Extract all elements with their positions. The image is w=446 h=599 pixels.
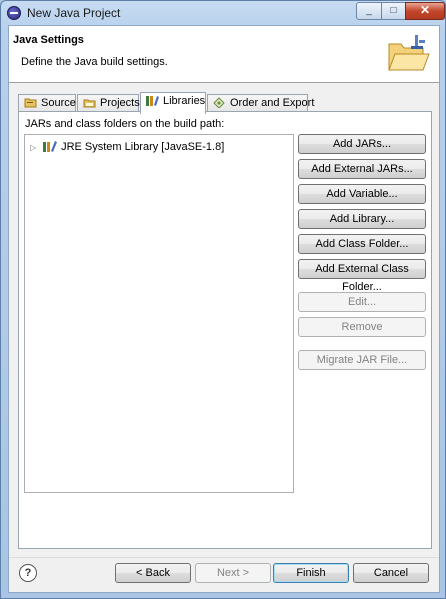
tab-label: Source (41, 97, 76, 109)
tree-item-label: JRE System Library [JavaSE-1.8] (61, 141, 225, 153)
window-title: New Java Project (27, 6, 121, 20)
wizard-banner: Java Settings Define the Java build sett… (9, 26, 439, 83)
libraries-panel: JARs and class folders on the build path… (18, 111, 432, 549)
projects-icon (83, 99, 96, 108)
footer-divider (9, 557, 439, 558)
add-jars-button[interactable]: Add JARs... (298, 134, 426, 154)
expand-arrow-icon[interactable]: ▷ (30, 140, 40, 156)
add-external-jars-button[interactable]: Add External JARs... (298, 159, 426, 179)
add-variable-button[interactable]: Add Variable... (298, 184, 426, 204)
finish-button[interactable]: Finish (273, 563, 349, 583)
build-path-tree[interactable]: ▷ JRE System Library [JavaSE-1.8] (24, 134, 294, 493)
title-bar: New Java Project _ □ ✕ (1, 1, 445, 25)
tab-libraries[interactable]: Libraries (140, 92, 206, 114)
cancel-button[interactable]: Cancel (353, 563, 429, 583)
minimize-button[interactable]: _ (356, 2, 382, 20)
eclipse-icon (7, 6, 21, 20)
tab-label: Libraries (163, 95, 206, 107)
libraries-icon (146, 96, 159, 106)
page-description: Define the Java build settings. (21, 56, 168, 68)
order-export-icon (213, 97, 225, 108)
build-path-label: JARs and class folders on the build path… (25, 118, 225, 130)
dialog-window: New Java Project _ □ ✕ Java Settings Def… (0, 0, 446, 599)
java-project-folder-icon (388, 35, 430, 71)
add-library-button[interactable]: Add Library... (298, 209, 426, 229)
source-folder-icon (24, 98, 37, 108)
back-button[interactable]: < Back (115, 563, 191, 583)
remove-button[interactable]: Remove (298, 317, 426, 337)
page-title: Java Settings (13, 34, 84, 46)
help-icon[interactable]: ? (19, 564, 37, 582)
tree-item-jre-system-library[interactable]: ▷ JRE System Library [JavaSE-1.8] (30, 139, 224, 155)
tab-label: Projects (100, 97, 140, 109)
migrate-jar-file-button[interactable]: Migrate JAR File... (298, 350, 426, 370)
close-button[interactable]: ✕ (405, 2, 445, 20)
edit-button[interactable]: Edit... (298, 292, 426, 312)
next-button[interactable]: Next > (195, 563, 271, 583)
tab-label: Order and Export (230, 97, 315, 109)
add-class-folder-button[interactable]: Add Class Folder... (298, 234, 426, 254)
add-external-class-folder-button[interactable]: Add External Class Folder... (298, 259, 426, 293)
library-icon (43, 141, 58, 152)
maximize-button[interactable]: □ (381, 2, 406, 20)
dialog-content: Java Settings Define the Java build sett… (8, 25, 440, 593)
